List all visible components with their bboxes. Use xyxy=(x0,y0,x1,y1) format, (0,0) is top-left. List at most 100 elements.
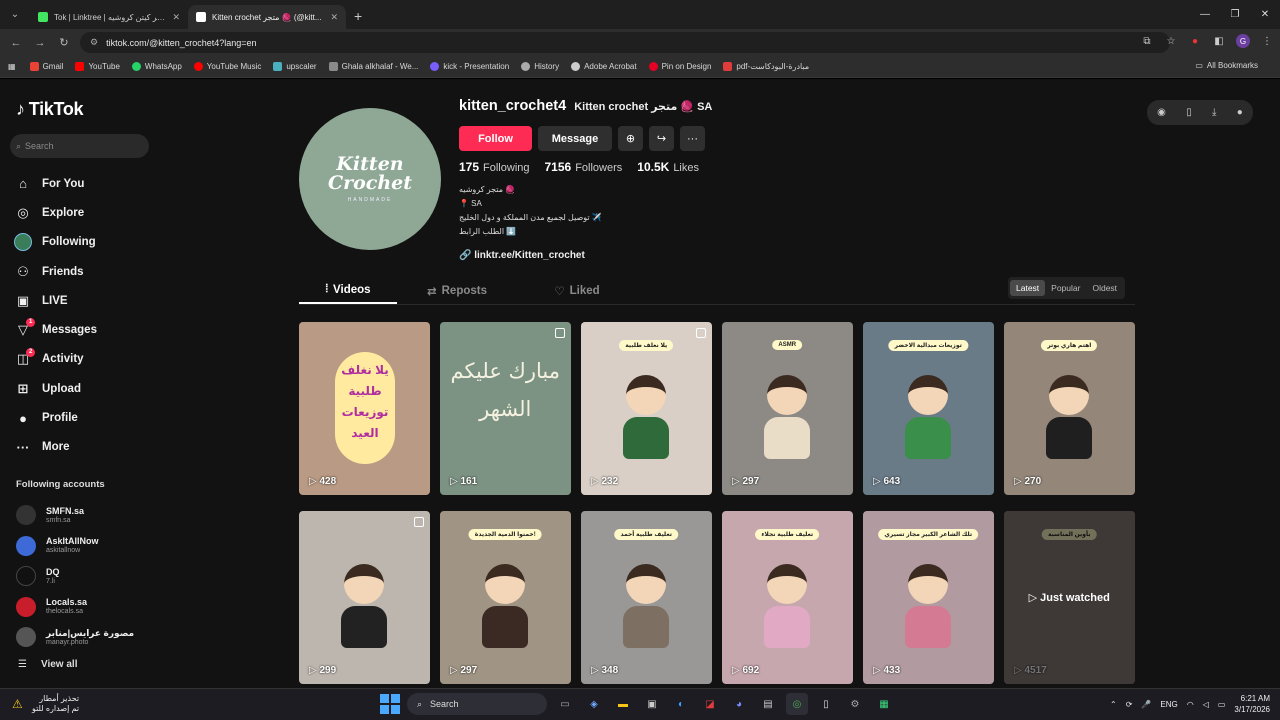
video-card[interactable]: تلك الشاعر الكبير مجاز تسيري ▷ 433 xyxy=(863,511,994,684)
sort-popular[interactable]: Popular xyxy=(1045,280,1086,296)
nav-following[interactable]: Following xyxy=(14,228,97,257)
sort-oldest[interactable]: Oldest xyxy=(1086,280,1123,296)
following-account[interactable]: DQ 7.li xyxy=(16,561,134,592)
profile-link[interactable]: 🔗 linktr.ee/Kitten_crochet xyxy=(459,250,585,261)
tab-videos[interactable]: ⦙ Videos xyxy=(299,277,397,304)
address-bar[interactable]: ⚙ tiktok.com/@kitten_crochet4?lang=en xyxy=(80,32,1170,53)
following-stat[interactable]: 175 Following xyxy=(459,160,530,174)
tray-app-icon[interactable]: ⟳ xyxy=(1126,700,1133,709)
follow-button[interactable]: Follow xyxy=(459,126,532,151)
nav-explore[interactable]: ◎ Explore xyxy=(14,198,97,227)
install-app-icon[interactable]: ⧉ xyxy=(1140,34,1154,48)
video-card[interactable]: يلا نغلف طلبية توزيعات العيد ▷ 428 xyxy=(299,322,430,495)
reload-icon[interactable]: ↻ xyxy=(52,36,76,49)
wifi-icon[interactable]: ◠ xyxy=(1187,700,1194,709)
nav-profile[interactable]: ● Profile xyxy=(14,403,97,432)
bookmark-item[interactable]: History xyxy=(521,62,559,71)
more-options-icon[interactable]: ··· xyxy=(680,126,705,151)
bookmark-star-icon[interactable]: ☆ xyxy=(1164,34,1178,48)
video-card[interactable]: اهتم هاري بوتر ▷ 270 xyxy=(1004,322,1135,495)
nav-activity[interactable]: ◫ 2 Activity xyxy=(14,345,97,374)
video-card[interactable]: ▷ 299 xyxy=(299,511,430,684)
weather-widget[interactable]: ⚠ تحذير أمطار تم إصداره للتو xyxy=(12,694,79,714)
restore-icon[interactable]: ❐ xyxy=(1220,0,1250,29)
store-icon[interactable]: ▣ xyxy=(641,693,663,715)
language-indicator[interactable]: ENG xyxy=(1160,700,1177,709)
bookmark-item[interactable]: pdf-مبادرة-البودكاست xyxy=(723,62,809,71)
chrome-icon[interactable]: ◎ xyxy=(786,693,808,715)
minimize-icon[interactable]: — xyxy=(1190,0,1220,29)
tab-liked[interactable]: ♡ Liked xyxy=(517,277,637,304)
tab-reposts[interactable]: ⇄ Reposts xyxy=(397,277,517,304)
android-app-icon[interactable]: ▦ xyxy=(873,693,895,715)
browser-tab-tiktok[interactable]: Kitten crochet متجر 🧶 (@kitt... ✕ xyxy=(188,5,346,29)
following-account[interactable]: Locals.sa thelocals.sa xyxy=(16,592,134,623)
sort-latest[interactable]: Latest xyxy=(1010,280,1046,296)
task-view-icon[interactable]: ▭ xyxy=(554,693,576,715)
apps-grid-icon[interactable]: ▦ xyxy=(8,62,16,71)
bookmark-item[interactable]: Adobe Acrobat xyxy=(571,62,637,71)
video-card[interactable]: خمنوا الدمية الجديدة! ▷ 297 xyxy=(440,511,571,684)
bookmark-item[interactable]: WhatsApp xyxy=(131,62,182,71)
edge-icon[interactable]: ◐ xyxy=(670,693,692,715)
user-avatar-icon[interactable]: ● xyxy=(1237,107,1243,118)
acrobat-icon[interactable]: ◪ xyxy=(699,693,721,715)
browser-tab-linktree[interactable]: Tok | Linktree | متجر كيتن كروشيه ✕ xyxy=(30,5,188,29)
nav-more[interactable]: ··· More xyxy=(14,433,97,462)
coin-icon[interactable]: ◉ xyxy=(1157,107,1166,118)
all-bookmarks[interactable]: ▭ All Bookmarks xyxy=(1195,61,1258,70)
nav-live[interactable]: ▣ LIVE xyxy=(14,286,97,315)
bookmark-item[interactable]: upscaler xyxy=(273,62,317,71)
nav-friends[interactable]: ⚇ Friends xyxy=(14,257,97,286)
video-card[interactable]: ASMR ▷ 297 xyxy=(722,322,853,495)
video-card[interactable]: تغليف طلبية نجلاء ▷ 692 xyxy=(722,511,853,684)
clock[interactable]: 6:21 AM 3/17/2026 xyxy=(1234,693,1270,715)
video-card[interactable]: يلا نغلف طلبية ▷ 232 xyxy=(581,322,712,495)
bookmark-item[interactable]: YouTube Music xyxy=(193,62,261,71)
file-icon[interactable]: ▯ xyxy=(815,693,837,715)
followers-stat[interactable]: 7156 Followers xyxy=(545,160,623,174)
close-window-icon[interactable]: ✕ xyxy=(1250,0,1280,29)
copilot-icon[interactable]: ◈ xyxy=(583,693,605,715)
back-icon[interactable]: ← xyxy=(4,37,28,49)
settings-icon[interactable]: ⚙ xyxy=(844,693,866,715)
view-all-button[interactable]: ☰ View all xyxy=(18,659,77,670)
site-info-icon[interactable]: ⚙ xyxy=(90,37,98,48)
file-explorer-icon[interactable]: ▬ xyxy=(612,693,634,715)
add-friend-icon[interactable]: ⊕ xyxy=(618,126,643,151)
forward-icon[interactable]: → xyxy=(28,37,52,49)
bookmark-item[interactable]: Gmail xyxy=(29,62,63,71)
profile-avatar-icon[interactable]: G xyxy=(1236,34,1250,48)
video-card[interactable]: توزيعات مبدالية الاخضر ▷ 643 xyxy=(863,322,994,495)
video-card[interactable]: تغليف طلبية أحمد ▷ 348 xyxy=(581,511,712,684)
video-card[interactable]: مبارك عليكم الشهر ▷ 161 xyxy=(440,322,571,495)
nav-messages[interactable]: ▽ 1 Messages xyxy=(14,315,97,344)
tiktok-logo[interactable]: ♪ TikTok xyxy=(16,99,84,120)
windows-start-icon[interactable] xyxy=(380,694,400,714)
tab-search-icon[interactable]: ⌄ xyxy=(3,3,27,25)
tray-chevron-icon[interactable]: ⌃ xyxy=(1110,700,1117,709)
discord-icon[interactable]: ◕ xyxy=(728,693,750,715)
share-icon[interactable]: ↪ xyxy=(649,126,674,151)
following-account[interactable]: مصورة عرايس|منابر manayr.photo xyxy=(16,622,134,653)
microphone-icon[interactable]: 🎤 xyxy=(1141,700,1151,709)
video-card[interactable]: بأوين المناسبة▷ 4517▷ Just watched xyxy=(1004,511,1135,684)
bookmark-item[interactable]: Ghala alkhalaf - We... xyxy=(328,62,418,71)
extensions-puzzle-icon[interactable]: ◧ xyxy=(1212,34,1226,48)
nav-upload[interactable]: ⊞ Upload xyxy=(14,374,97,403)
close-tab-icon[interactable]: ✕ xyxy=(330,12,338,23)
following-account[interactable]: SMFN.sa smfn.sa xyxy=(16,500,134,531)
chrome-menu-icon[interactable]: ⋮ xyxy=(1260,34,1274,48)
bookmark-item[interactable]: Pin on Design xyxy=(648,62,711,71)
device-icon[interactable]: ▯ xyxy=(1186,107,1192,118)
bookmark-item[interactable]: kick - Presentation xyxy=(430,62,509,71)
nav-for-you[interactable]: ⌂ For You xyxy=(14,169,97,198)
search-input[interactable]: ⌕ Search xyxy=(10,134,149,158)
following-account[interactable]: AskItAllNow askitallnow xyxy=(16,531,134,562)
message-button[interactable]: Message xyxy=(538,126,612,151)
download-icon[interactable]: ⤓ xyxy=(1212,107,1216,118)
new-tab-icon[interactable]: + xyxy=(346,8,370,29)
taskbar-search[interactable]: ⌕ Search xyxy=(407,693,547,715)
close-tab-icon[interactable]: ✕ xyxy=(172,12,180,23)
extension-icon[interactable]: ● xyxy=(1188,34,1202,48)
